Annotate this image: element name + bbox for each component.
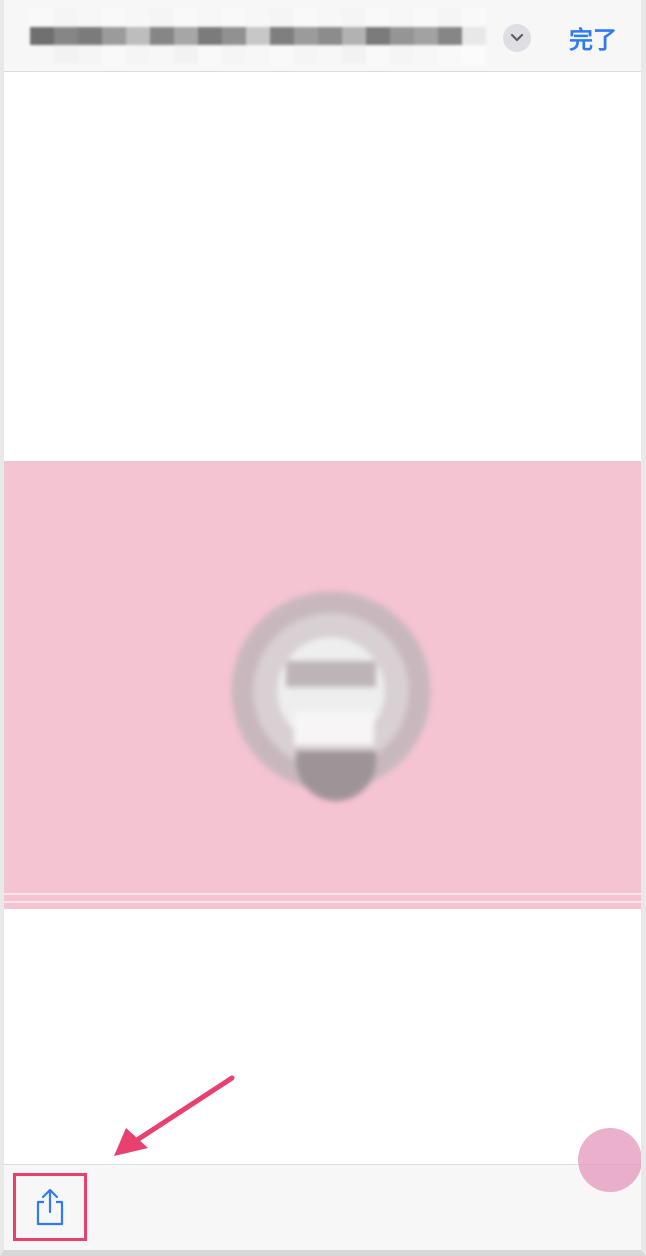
divider [4, 893, 641, 895]
share-button[interactable] [13, 1173, 87, 1241]
page-content[interactable] [4, 72, 641, 1164]
app-window: 完了 [0, 0, 646, 1256]
blurred-title [30, 8, 486, 64]
chevron-down-icon [510, 33, 524, 42]
divider [4, 901, 641, 903]
bottom-toolbar [4, 1164, 641, 1250]
done-button[interactable]: 完了 [569, 20, 617, 54]
annotation-arrow-icon [114, 1075, 235, 1156]
blurred-logo [216, 581, 456, 811]
top-bar: 完了 [4, 0, 641, 72]
expand-button[interactable] [503, 24, 531, 52]
pink-banner-image [4, 461, 641, 909]
share-icon [36, 1188, 64, 1226]
touch-indicator [578, 1128, 641, 1192]
